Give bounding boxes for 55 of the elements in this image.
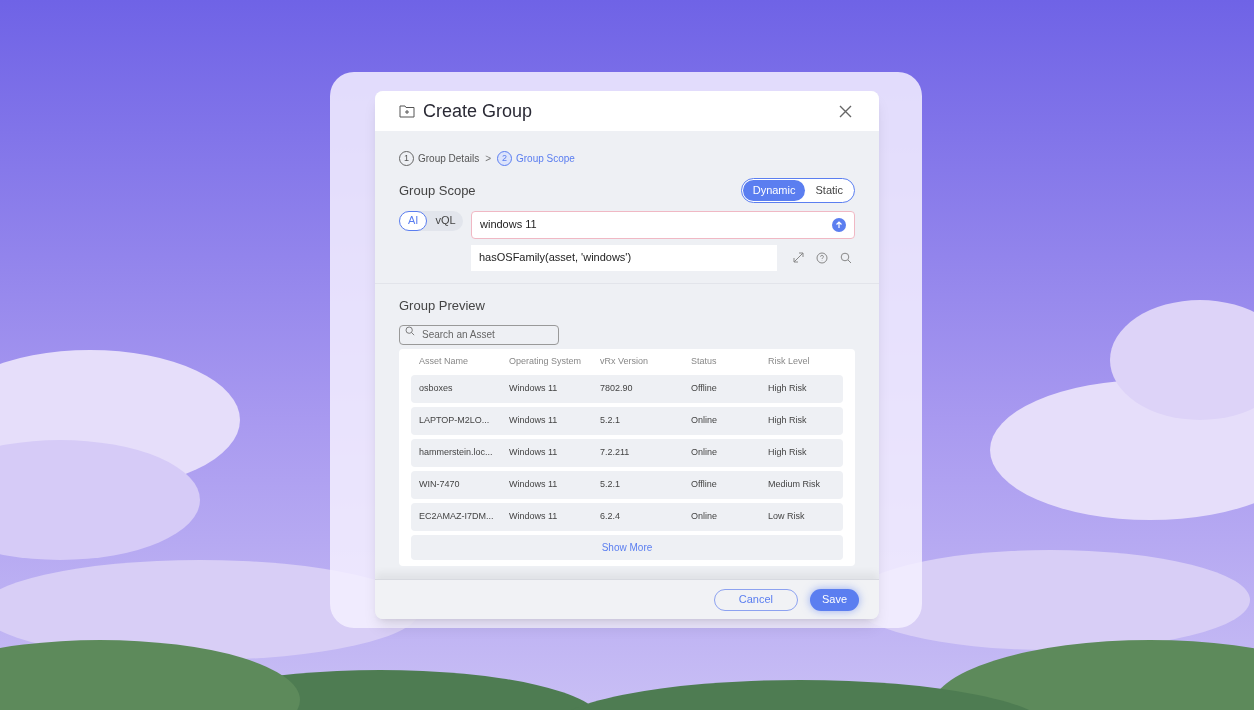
table-row[interactable]: LAPTOP-M2LO... Windows 11 5.2.1 Online High Risk [411,407,843,435]
table-cell-text: Low Risk [768,510,806,524]
column-header: Asset Name [419,355,470,369]
table-row[interactable]: hammerstein.loc... Windows 11 7.2.211 Online High Risk [411,439,843,467]
table-cell-text: 5.2.1 [600,414,622,428]
table-cell-text: Windows 11 [509,446,559,460]
search-icon[interactable] [840,251,852,264]
section-title: Group Scope [399,181,476,200]
search-field[interactable]: Search an Asset [399,324,559,345]
search-icon [405,326,415,336]
column-header: vRx Version [600,355,650,369]
table-row[interactable]: EC2AMAZ-I7DM... Windows 11 6.2.4 Online Low Risk [411,503,843,531]
step[interactable]: 1 Group Details [399,151,480,166]
table-cell-text: Medium Risk [768,478,821,492]
table-cell-text: 7.2.211 [600,446,631,460]
close-icon [838,104,852,118]
mode-tab[interactable]: AI [399,210,428,231]
column-header: Status [691,355,718,369]
table-cell-text: 7802.90 [600,382,634,396]
scope-type-tab[interactable]: Static [805,180,853,201]
table-cell-text: EC2AMAZ-I7DM... [419,510,495,524]
table-cell-text: High Risk [768,414,808,428]
table-row[interactable]: WIN-7470 Windows 11 5.2.1 Offline Medium Risk [411,471,843,499]
section-title: Group Preview [399,296,486,315]
table-cell-text: Offline [691,478,718,492]
save-button[interactable]: Save [809,588,859,611]
step-separator: > [485,152,491,166]
query-field[interactable]: windows 11 [471,210,855,239]
table-cell-text: High Risk [768,382,808,396]
table-cell-text: 6.2.4 [600,510,622,524]
submit-arrow-icon [832,217,846,232]
table-cell-text: Windows 11 [509,510,559,524]
table-cell-text: osboxes [419,382,454,396]
table-cell-text: Windows 11 [509,478,559,492]
table-cell-text: WIN-7470 [419,478,461,492]
mode-tab[interactable]: vQL [427,210,464,231]
table-cell-text: Offline [691,382,718,396]
table-row[interactable]: osboxes Windows 11 7802.90 Offline High Risk [411,375,843,403]
table-cell-text: Online [691,414,718,428]
table-cell-text: Online [691,510,718,524]
table-cell-text: Windows 11 [509,382,559,396]
table-cell-text: Windows 11 [509,414,559,428]
column-header: Risk Level [768,355,811,369]
help-icon[interactable] [816,251,828,264]
table-cell-text: hammerstein.loc... [419,446,494,460]
table-cell-text: High Risk [768,446,808,460]
expression-field[interactable]: hasOSFamily(asset, 'windows') [471,244,777,271]
table-cell-text: Online [691,446,718,460]
table-cell-text: 5.2.1 [600,478,622,492]
folder-plus-icon [399,104,415,118]
column-header: Operating System [509,355,583,369]
scope-type-tab[interactable]: Dynamic [742,180,806,201]
dialog-title: Create Group [423,99,533,123]
table-cell-text: LAPTOP-M2LO... [419,414,491,428]
expand-icon[interactable] [793,252,804,263]
